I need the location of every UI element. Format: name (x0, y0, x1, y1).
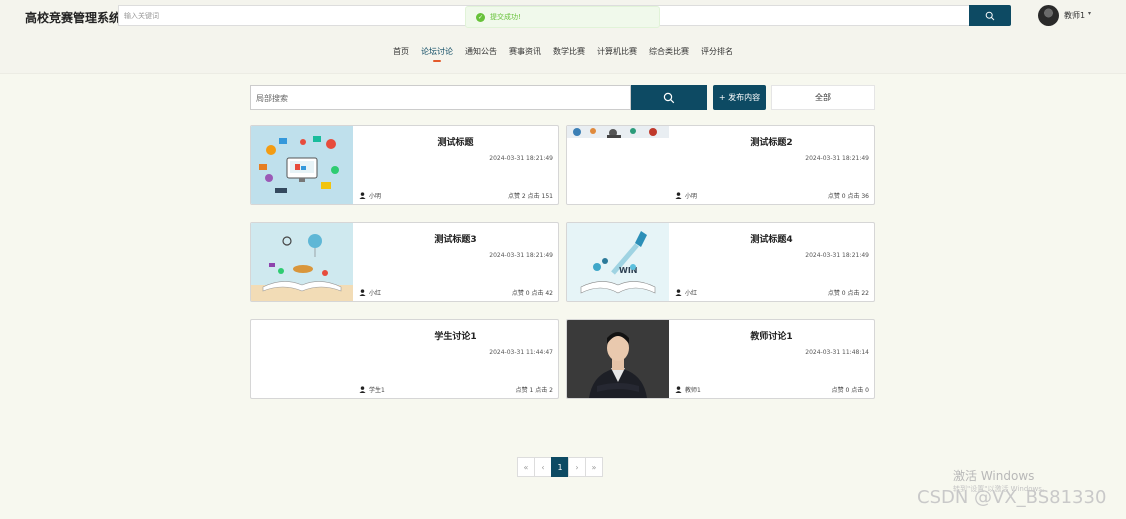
post-title[interactable]: 教师讨论1 (669, 329, 874, 342)
next-page-button[interactable]: › (568, 457, 586, 477)
forum-search-button[interactable] (631, 85, 707, 110)
post-date: 2024-03-31 11:48:14 (805, 349, 869, 356)
user-icon (359, 192, 366, 199)
post-date: 2024-03-31 11:44:47 (489, 349, 553, 356)
post-stats: 点赞 2 点击 151 (508, 193, 553, 200)
publish-button[interactable]: + 发布内容 (713, 85, 766, 110)
nav-item-0[interactable]: 首页 (387, 46, 415, 57)
main-nav: 首页 论坛讨论 通知公告 赛事资讯 数学比赛 计算机比赛 综合类比赛 评分排名 (0, 46, 1126, 62)
post-date: 2024-03-31 18:21:49 (489, 252, 553, 259)
nav-item-6[interactable]: 综合类比赛 (643, 46, 695, 57)
first-page-button[interactable]: « (517, 457, 535, 477)
last-page-button[interactable]: » (585, 457, 603, 477)
post-author: 小红 (675, 288, 697, 297)
nav-item-3[interactable]: 赛事资讯 (503, 46, 547, 57)
nav-item-5[interactable]: 计算机比赛 (591, 46, 643, 57)
author-name: 学生1 (369, 387, 385, 394)
post-author: 小明 (359, 191, 381, 200)
post-thumbnail[interactable] (567, 320, 669, 398)
author-name: 小明 (369, 193, 382, 200)
current-page-button[interactable]: 1 (551, 457, 569, 477)
header-search-button[interactable] (969, 5, 1011, 26)
post-title[interactable]: 学生讨论1 (353, 329, 558, 342)
forum-post-card[interactable]: WIN 测试标题4 2024-03-31 18:21:49 小红 点赞 0 点击 22 (566, 222, 875, 302)
forum-post-card[interactable]: 测试标题 2024-03-31 18:21:49 小明 点赞 2 点击 151 (250, 125, 559, 205)
post-title[interactable]: 测试标题4 (669, 232, 874, 245)
search-icon (663, 92, 675, 103)
author-name: 小明 (685, 193, 698, 200)
post-title[interactable]: 测试标题3 (353, 232, 558, 245)
user-icon (675, 386, 682, 393)
post-title[interactable]: 测试标题 (353, 135, 558, 148)
post-author: 小红 (359, 288, 381, 297)
post-thumbnail[interactable] (567, 126, 669, 204)
post-author: 学生1 (359, 385, 385, 394)
post-stats: 点赞 0 点击 0 (831, 387, 869, 394)
post-date: 2024-03-31 18:21:49 (805, 155, 869, 162)
windows-activation-title: 激活 Windows (953, 469, 1035, 483)
pagination: « ‹ 1 › » (517, 457, 603, 477)
forum-search-input[interactable]: 局部搜索 (250, 85, 631, 110)
nav-item-1[interactable]: 论坛讨论 (415, 46, 459, 62)
site-brand[interactable]: 高校竞赛管理系统 (25, 9, 121, 26)
post-thumbnail[interactable]: WIN (567, 223, 669, 301)
toast-message: 提交成功! (490, 13, 521, 21)
user-icon (359, 386, 366, 393)
post-thumbnail[interactable] (251, 126, 353, 204)
forum-post-card[interactable]: 教师讨论1 2024-03-31 11:48:14 教师1 点赞 0 点击 0 (566, 319, 875, 399)
nav-item-4[interactable]: 数学比赛 (547, 46, 591, 57)
user-icon (675, 289, 682, 296)
user-icon (359, 289, 366, 296)
post-stats: 点赞 0 点击 36 (827, 193, 869, 200)
author-name: 小红 (685, 290, 698, 297)
search-icon (985, 11, 995, 20)
post-date: 2024-03-31 18:21:49 (489, 155, 553, 162)
nav-item-7[interactable]: 评分排名 (695, 46, 739, 57)
chevron-down-icon[interactable]: ▾ (1088, 10, 1091, 17)
post-date: 2024-03-31 18:21:49 (805, 252, 869, 259)
post-stats: 点赞 0 点击 22 (827, 290, 869, 297)
author-name: 教师1 (685, 387, 701, 394)
post-title[interactable]: 测试标题2 (669, 135, 874, 148)
post-stats: 点赞 1 点击 2 (515, 387, 553, 394)
check-circle-icon: ✓ (476, 12, 485, 22)
user-avatar[interactable] (1038, 5, 1059, 26)
nav-item-2[interactable]: 通知公告 (459, 46, 503, 57)
post-thumbnail[interactable] (251, 223, 353, 301)
success-toast: ✓ 提交成功! (465, 6, 660, 28)
post-author: 小明 (675, 191, 697, 200)
post-author: 教师1 (675, 385, 701, 394)
user-icon (675, 192, 682, 199)
author-name: 小红 (369, 290, 382, 297)
forum-post-card[interactable]: 测试标题3 2024-03-31 18:21:49 小红 点赞 0 点击 42 (250, 222, 559, 302)
forum-post-card[interactable]: 测试标题2 2024-03-31 18:21:49 小明 点赞 0 点击 36 (566, 125, 875, 205)
filter-all-button[interactable]: 全部 (771, 85, 875, 110)
top-header: 高校竞赛管理系统 输入关键词 ✓ 提交成功! 教师1 ▾ 首页 论坛讨论 通知公告赛… (0, 0, 1126, 74)
post-stats: 点赞 0 点击 42 (511, 290, 553, 297)
csdn-watermark: CSDN @VX_BS81330 (917, 487, 1107, 508)
user-name[interactable]: 教师1 (1064, 10, 1085, 21)
prev-page-button[interactable]: ‹ (534, 457, 552, 477)
forum-post-card[interactable]: 学生讨论1 2024-03-31 11:44:47 学生1 点赞 1 点击 2 (250, 319, 559, 399)
